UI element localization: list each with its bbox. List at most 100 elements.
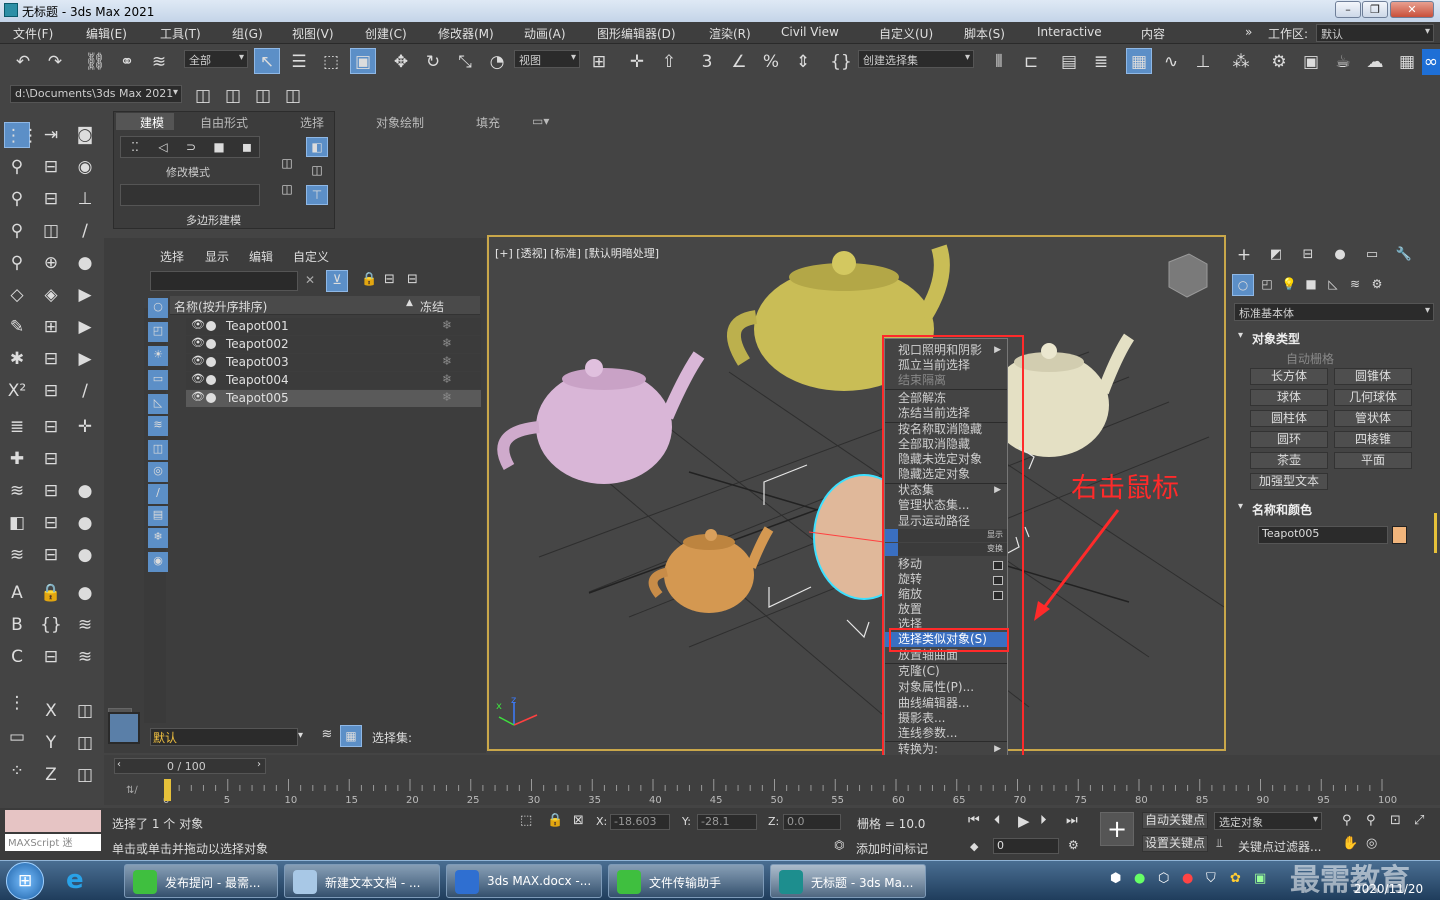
explorer-tab-select[interactable]: 选择 bbox=[160, 248, 184, 265]
bind-spacewarp-icon[interactable]: ≋ bbox=[146, 49, 172, 75]
rect-selection-icon[interactable]: ⬚ bbox=[318, 49, 344, 75]
plane-button[interactable]: 平面 bbox=[1334, 452, 1412, 469]
spinner-snap-icon[interactable]: ⇕ bbox=[790, 49, 816, 75]
filter-icon[interactable]: ⊻ bbox=[326, 270, 348, 292]
layer-dropdown[interactable]: 默认 bbox=[150, 728, 298, 746]
render-dot-icon[interactable] bbox=[206, 321, 216, 331]
project-folder-icon[interactable]: ◫ bbox=[190, 83, 216, 109]
text-tool-icon[interactable]: A bbox=[4, 580, 30, 606]
task-item-3dsmax[interactable]: 无标题 - 3ds Ma... bbox=[770, 864, 926, 898]
filter-shapes-icon[interactable]: ◰ bbox=[148, 322, 168, 342]
column-name-header[interactable]: 名称(按升序排序) bbox=[174, 298, 267, 315]
ribbon-toggle-icon[interactable]: ▦ bbox=[1126, 48, 1152, 74]
eye-icon[interactable]: 👁 bbox=[191, 318, 205, 331]
object-type-title[interactable]: 对象类型 bbox=[1252, 330, 1300, 347]
panel-scrollbar[interactable] bbox=[1434, 513, 1437, 553]
prev-frame-icon[interactable]: ‹ bbox=[117, 759, 121, 770]
tool-icon[interactable]: ⚲ bbox=[4, 154, 30, 180]
select-grid-icon[interactable]: ⋮⋮ bbox=[4, 122, 39, 148]
tray-icon[interactable]: ⬢ bbox=[1110, 871, 1121, 886]
torus-button[interactable]: 圆环 bbox=[1250, 431, 1328, 448]
goto-start-icon[interactable]: ⏮ bbox=[968, 813, 980, 828]
pivot-center-icon[interactable]: ⊞ bbox=[586, 49, 612, 75]
modify-tab-icon[interactable]: ◩ bbox=[1264, 244, 1288, 268]
teapot-button[interactable]: 茶壶 bbox=[1250, 452, 1328, 469]
tool-icon[interactable]: ⊟ bbox=[38, 186, 64, 212]
menu-tools[interactable]: 工具(T) bbox=[160, 25, 201, 42]
tool-icon[interactable]: ≋ bbox=[72, 644, 98, 670]
auto-key-button[interactable]: 自动关键点 bbox=[1142, 812, 1208, 829]
ribbon-tool-icon[interactable]: ◫ bbox=[276, 150, 298, 172]
motion-tab-icon[interactable]: ● bbox=[1328, 244, 1352, 268]
element-icon[interactable]: ◼ bbox=[235, 134, 259, 160]
hierarchy-tab-icon[interactable]: ⊟ bbox=[1296, 244, 1320, 268]
absolute-mode-icon[interactable]: ⊠ bbox=[573, 813, 584, 828]
tool-icon[interactable]: ⊟ bbox=[38, 644, 64, 670]
material-editor-icon[interactable]: ⁂ bbox=[1228, 49, 1254, 75]
menu-scripting[interactable]: 脚本(S) bbox=[964, 25, 1005, 42]
menu-edit[interactable]: 编辑(E) bbox=[86, 25, 127, 42]
tool-icon[interactable]: ◫ bbox=[72, 762, 98, 788]
vertex-icon[interactable]: ⁚⁚ bbox=[123, 134, 147, 160]
ribbon-tab-selection[interactable]: 选择 bbox=[300, 114, 324, 131]
tool-icon[interactable]: ≋ bbox=[72, 612, 98, 638]
box-button[interactable]: 长方体 bbox=[1250, 368, 1328, 385]
textplus-button[interactable]: 加强型文本 bbox=[1250, 473, 1328, 490]
tool-icon[interactable]: C bbox=[4, 644, 30, 670]
lock-icon[interactable]: 🔒 bbox=[38, 580, 64, 606]
axis-z-icon[interactable]: Z bbox=[38, 762, 64, 788]
tool-icon[interactable]: ⊟ bbox=[38, 154, 64, 180]
curve-toggle-icon[interactable]: ⇅∕ bbox=[126, 785, 138, 796]
object-color-swatch[interactable] bbox=[1392, 526, 1407, 544]
render-cloud-icon[interactable]: ☁ bbox=[1362, 49, 1388, 75]
hierarchy-icon[interactable]: ⊟ bbox=[384, 272, 395, 287]
tool-icon[interactable]: ≋ bbox=[4, 542, 30, 568]
menu-rendering[interactable]: 渲染(R) bbox=[709, 25, 751, 42]
filter-frozen-icon[interactable]: ❄ bbox=[148, 528, 168, 548]
project-path-dropdown[interactable]: d:\Documents\3ds Max 2021 bbox=[10, 85, 182, 103]
tool-icon[interactable]: ⚲ bbox=[4, 250, 30, 276]
eye-icon[interactable]: 👁 bbox=[191, 354, 205, 367]
autodesk-link-icon[interactable]: ∞ bbox=[1422, 49, 1440, 75]
project-settings-icon[interactable]: ◫ bbox=[220, 83, 246, 109]
zoom-icon[interactable]: ⚲ bbox=[1342, 813, 1352, 828]
link-icon[interactable]: ⛓ bbox=[82, 49, 108, 75]
rendered-frame-icon[interactable]: ▣ bbox=[1298, 49, 1324, 75]
ribbon-options-icon[interactable]: ▭▾ bbox=[532, 114, 549, 128]
move-icon[interactable]: ✥ bbox=[388, 49, 414, 75]
percent-snap-icon[interactable]: % bbox=[758, 49, 784, 75]
place-icon[interactable]: ◔ bbox=[484, 49, 510, 75]
tool-icon[interactable]: ● bbox=[72, 580, 98, 606]
geometry-icon[interactable]: ○ bbox=[1232, 274, 1254, 296]
maxscript-input[interactable]: MAXScript 迷 bbox=[5, 834, 101, 851]
x-coordinate[interactable]: -18.603 bbox=[610, 814, 670, 830]
redo-icon[interactable]: ↷ bbox=[42, 49, 68, 75]
window-crossing-icon[interactable]: ▣ bbox=[350, 48, 376, 74]
lights-icon[interactable]: 💡 bbox=[1278, 274, 1300, 296]
timeline-ruler[interactable]: 0510152025303540455055606570758085909510… bbox=[159, 777, 1440, 805]
y-coordinate[interactable]: -28.1 bbox=[697, 814, 757, 830]
viewport-label[interactable]: [+] [透视] [标准] [默认明暗处理] bbox=[495, 245, 659, 261]
autogrid-checkbox[interactable]: 自动栅格 bbox=[1286, 350, 1334, 367]
geosphere-button[interactable]: 几何球体 bbox=[1334, 389, 1412, 406]
name-color-title[interactable]: 名称和颜色 bbox=[1252, 501, 1312, 518]
filter-hidden-icon[interactable]: ◉ bbox=[148, 552, 168, 572]
pan-icon[interactable]: ✋ bbox=[1342, 836, 1358, 851]
keyboard-shortcut-icon[interactable]: ⇧ bbox=[656, 49, 682, 75]
tool-icon[interactable]: ⊟ bbox=[38, 414, 64, 440]
spacewarps-icon[interactable]: ≋ bbox=[1344, 274, 1366, 296]
set-key-button[interactable]: 设置关键点 bbox=[1142, 835, 1208, 852]
display-tab-icon[interactable]: ▭ bbox=[1360, 244, 1384, 268]
menu-content[interactable]: 内容 bbox=[1141, 25, 1165, 42]
clear-search-icon[interactable]: ✕ bbox=[305, 273, 315, 287]
object-name-input[interactable]: Teapot005 bbox=[1258, 526, 1388, 544]
select-by-name-icon[interactable]: ☰ bbox=[286, 49, 312, 75]
tool-icon[interactable]: ◈ bbox=[38, 282, 64, 308]
tool-icon[interactable]: ⚲ bbox=[4, 218, 30, 244]
goto-end-icon[interactable]: ⏭ bbox=[1066, 813, 1078, 828]
time-slider[interactable]: ‹ 0 / 100 › bbox=[114, 758, 266, 774]
project-new-icon[interactable]: ◫ bbox=[250, 83, 276, 109]
workspace-dropdown[interactable]: 默认 bbox=[1316, 24, 1434, 42]
filter-bones-icon[interactable]: ∕ bbox=[148, 484, 168, 504]
minimize-button[interactable]: – bbox=[1335, 1, 1361, 18]
